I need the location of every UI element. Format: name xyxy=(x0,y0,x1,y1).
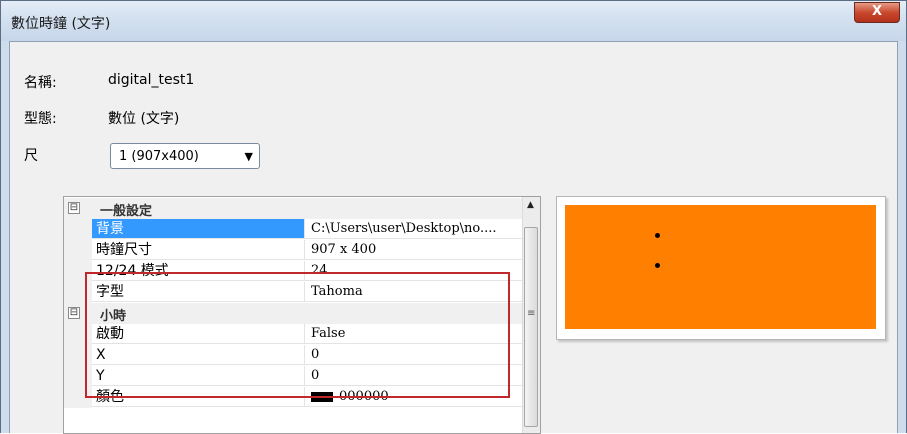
row-margin xyxy=(64,366,92,387)
property-value[interactable]: C:\Users\user\Desktop\no.... xyxy=(305,219,522,239)
property-name[interactable]: 啟動 xyxy=(92,324,305,344)
property-name[interactable]: 背景 xyxy=(92,219,305,239)
window-title: 數位時鐘 (文字) xyxy=(11,16,111,32)
collapse-icon[interactable]: ⊟ xyxy=(68,202,80,214)
close-button[interactable]: X xyxy=(854,2,900,23)
row-margin xyxy=(64,240,92,261)
property-value-text: 24 xyxy=(311,263,328,278)
name-value: digital_test1 xyxy=(108,72,195,88)
size-dropdown[interactable]: 1 (907x400) ▼ xyxy=(110,143,260,169)
property-name[interactable]: 字型 xyxy=(92,282,305,302)
row-margin xyxy=(64,261,92,282)
property-value[interactable]: 000000 xyxy=(305,387,522,407)
grid-property-row[interactable]: X0 xyxy=(64,345,522,366)
property-grid-scrollbar[interactable]: ▲ ≡ xyxy=(522,197,540,433)
property-value[interactable]: 24 xyxy=(305,261,522,281)
size-selected-value: 1 (907x400) xyxy=(119,149,199,164)
property-name[interactable]: Y xyxy=(92,366,305,386)
type-value: 數位 (文字) xyxy=(108,111,180,127)
collapse-icon[interactable]: ⊟ xyxy=(68,307,80,319)
grid-property-row[interactable]: 背景 C:\Users\user\Desktop\no.... xyxy=(64,219,522,240)
property-value-text: 000000 xyxy=(339,389,389,404)
property-value-text: Tahoma xyxy=(311,284,363,299)
property-name[interactable]: 時鐘尺寸 xyxy=(92,240,305,260)
grid-property-row[interactable]: 字型 Tahoma xyxy=(64,282,522,303)
property-name[interactable]: 顏色 xyxy=(92,387,305,407)
row-margin xyxy=(64,387,92,408)
colon-dot-bottom xyxy=(655,263,660,268)
title-bar[interactable]: 數位時鐘 (文字) X xyxy=(1,1,906,41)
property-value[interactable]: False xyxy=(305,324,522,344)
dropdown-arrow-icon[interactable]: ▼ xyxy=(245,150,253,163)
grid-category-row[interactable]: ⊟ 小時 xyxy=(64,303,522,324)
grid-property-row[interactable]: Y0 xyxy=(64,366,522,387)
property-name[interactable]: X xyxy=(92,345,305,365)
type-label: 型態: xyxy=(24,111,57,127)
grid-property-row[interactable]: 12/24 模式 24 xyxy=(64,261,522,282)
clock-preview xyxy=(565,205,876,329)
property-value-text: False xyxy=(311,326,346,341)
property-value[interactable]: 0 xyxy=(305,366,522,386)
property-value-text: 0 xyxy=(311,347,320,362)
category-label: 一般設定 xyxy=(100,204,153,219)
category-label: 小時 xyxy=(100,309,127,324)
property-grid: ⊟ 一般設定 背景 C:\Users\user\Desktop\no.... 時鐘尺寸 9… xyxy=(63,196,541,434)
property-value-text: C:\Users\user\Desktop\no.... xyxy=(311,221,497,236)
grid-property-row[interactable]: 時鐘尺寸 907 x 400 xyxy=(64,240,522,261)
scroll-up-arrow-icon[interactable]: ▲ xyxy=(527,200,534,210)
property-value[interactable]: Tahoma xyxy=(305,282,522,302)
row-margin xyxy=(64,345,92,366)
property-value[interactable]: 907 x 400 xyxy=(305,240,522,260)
grid-property-row[interactable]: 啟動 False xyxy=(64,324,522,345)
scroll-grip-icon: ≡ xyxy=(527,308,536,319)
row-margin xyxy=(64,282,92,303)
property-name[interactable]: 12/24 模式 xyxy=(92,261,305,281)
property-value-text: 907 x 400 xyxy=(311,242,377,257)
scrollbar-thumb[interactable]: ≡ xyxy=(524,227,538,427)
size-label: 尺 xyxy=(24,148,38,164)
preview-panel xyxy=(556,196,886,340)
row-margin xyxy=(64,219,92,240)
row-margin xyxy=(64,324,92,345)
property-value[interactable]: 0 xyxy=(305,345,522,365)
colon-dot-top xyxy=(655,233,660,238)
grid-property-row[interactable]: 顏色 000000 xyxy=(64,387,522,408)
name-label: 名稱: xyxy=(24,75,57,91)
property-value-text: 0 xyxy=(311,368,320,383)
grid-category-row[interactable]: ⊟ 一般設定 xyxy=(64,198,522,219)
color-swatch xyxy=(311,391,333,402)
